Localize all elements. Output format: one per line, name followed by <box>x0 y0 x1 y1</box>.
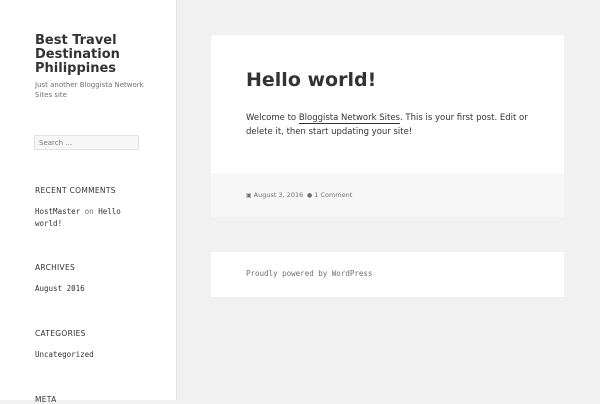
post-comments-text: 1 Comment <box>314 191 353 199</box>
post-title[interactable]: Hello world! <box>246 69 376 91</box>
sidebar: Best Travel Destination Philippines Just… <box>0 0 176 404</box>
site-title[interactable]: Best Travel Destination Philippines <box>35 34 155 76</box>
bloggista-link[interactable]: Bloggista Network Sites <box>298 113 400 124</box>
recent-comment-item: HostMaster on Hello world! <box>35 206 135 230</box>
comment-icon: ● <box>307 192 313 199</box>
archive-link-august-2016[interactable]: August 2016 <box>35 283 85 295</box>
comment-author[interactable]: HostMaster <box>35 207 80 216</box>
post-card: Hello world! Welcome to Bloggista Networ… <box>211 35 564 217</box>
search-input[interactable] <box>34 135 139 150</box>
archives-heading: ARCHIVES <box>35 263 76 272</box>
site-footer: Proudly powered by WordPress <box>211 252 564 297</box>
post-footer: ▣ August 3, 2016 ● 1 Comment <box>211 173 564 217</box>
recent-comments-heading: RECENT COMMENTS <box>35 186 116 195</box>
post-content-text: Welcome to <box>246 113 299 123</box>
calendar-icon: ▣ <box>246 192 252 199</box>
post-comments[interactable]: ● 1 Comment <box>307 191 352 199</box>
site-description: Just another Bloggista Network Sites sit… <box>35 81 144 99</box>
post-content: Welcome to Bloggista Network Sites. This… <box>246 111 531 139</box>
comment-on-text: on <box>84 207 94 216</box>
post-date[interactable]: ▣ August 3, 2016 <box>246 191 303 199</box>
categories-heading: CATEGORIES <box>35 329 86 338</box>
powered-by-link[interactable]: Proudly powered by WordPress <box>246 269 372 278</box>
post-date-text: August 3, 2016 <box>253 191 304 199</box>
category-link-uncategorized[interactable]: Uncategorized <box>35 349 94 361</box>
